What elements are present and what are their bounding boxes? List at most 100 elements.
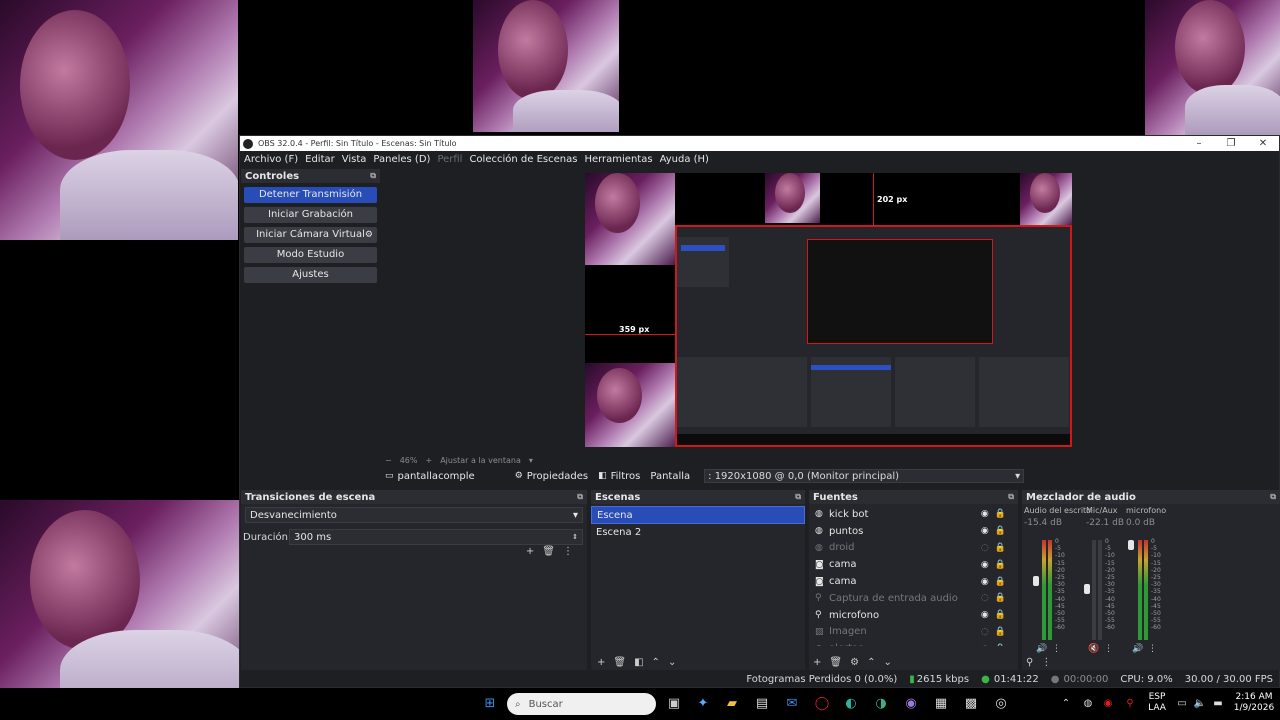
- lock-icon[interactable]: 🔒: [995, 610, 1006, 620]
- source-item[interactable]: ◍ kick bot ◉ 🔒: [809, 506, 1018, 523]
- trash-icon[interactable]: 🗑: [829, 657, 842, 668]
- eye-off-icon[interactable]: ◌: [981, 593, 989, 603]
- source-item[interactable]: ◙ cama ◉ 🔒: [809, 573, 1018, 590]
- mic-tray-icon[interactable]: ⚲: [1122, 696, 1138, 712]
- outlook-icon[interactable]: ✉: [784, 696, 800, 712]
- menu-dots-icon[interactable]: ⋮: [1104, 644, 1113, 654]
- link-icon[interactable]: ⚲: [1026, 657, 1033, 668]
- trash-icon[interactable]: 🗑: [542, 546, 555, 557]
- selected-source-bounds[interactable]: [675, 225, 1072, 447]
- filters-button[interactable]: ◧ Filtros: [598, 471, 640, 482]
- chevron-up-icon[interactable]: ⌃: [1058, 696, 1074, 712]
- lock-icon[interactable]: 🔒: [995, 593, 1006, 603]
- start-recording-button[interactable]: Iniciar Grabación: [244, 207, 377, 223]
- menu-dots-icon[interactable]: ⋮: [1148, 644, 1157, 654]
- lock-icon[interactable]: 🔒: [995, 627, 1006, 637]
- lock-icon[interactable]: 🔒: [995, 526, 1006, 536]
- app-icon[interactable]: ◉: [903, 696, 919, 712]
- properties-button[interactable]: ⚙ Propiedades: [515, 471, 588, 482]
- edge-dev-icon[interactable]: ◑: [873, 696, 889, 712]
- taskbar-search[interactable]: ⌕ Buscar: [507, 693, 656, 715]
- clock[interactable]: 2:16 AM 1/9/2026: [1232, 692, 1276, 714]
- gear-icon[interactable]: ⚙: [365, 227, 373, 243]
- arrow-down-icon[interactable]: ⌄: [668, 657, 676, 668]
- lock-icon[interactable]: 🔒: [995, 577, 1006, 587]
- obs-taskbar-icon[interactable]: ◎: [993, 696, 1009, 712]
- menu-item[interactable]: Colección de Escenas: [469, 154, 577, 165]
- add-transition-icon[interactable]: +: [526, 546, 534, 557]
- menu-item[interactable]: Vista: [342, 154, 367, 165]
- add-scene-icon[interactable]: +: [597, 657, 605, 668]
- dock-undock-icon[interactable]: ⧉: [1270, 492, 1276, 502]
- lock-icon[interactable]: 🔒: [995, 543, 1006, 553]
- eye-icon[interactable]: ◉: [981, 509, 989, 519]
- speaker-icon[interactable]: 🔊: [1132, 644, 1143, 654]
- network-icon[interactable]: ▭: [1174, 696, 1190, 712]
- menu-item[interactable]: Ayuda (H): [660, 154, 709, 165]
- menu-dots-icon[interactable]: ⋮: [563, 546, 573, 557]
- scene-item[interactable]: Escena 2: [591, 524, 805, 542]
- menu-dots-icon[interactable]: ⋮: [1041, 657, 1051, 668]
- menu-item[interactable]: Paneles (D): [373, 154, 430, 165]
- file-explorer-icon[interactable]: ▰: [724, 696, 740, 712]
- source-item[interactable]: ◍ droid ◌ 🔒: [809, 540, 1018, 557]
- close-icon[interactable]: ✕: [1247, 138, 1279, 149]
- zoom-in-icon[interactable]: +: [425, 456, 432, 465]
- arrow-up-icon[interactable]: ⌃: [867, 657, 875, 668]
- source-item[interactable]: ◍ puntos ◉ 🔒: [809, 523, 1018, 540]
- preview-canvas[interactable]: 202 px 359 px: [585, 173, 1072, 447]
- windows-start-icon[interactable]: ⊞: [482, 696, 498, 712]
- menu-dots-icon[interactable]: ⋮: [1052, 644, 1061, 654]
- menu-item[interactable]: Archivo (F): [244, 154, 298, 165]
- filter-icon[interactable]: ◧: [634, 657, 643, 668]
- display-select[interactable]: : 1920x1080 @ 0,0 (Monitor principal) ▾: [704, 469, 1025, 483]
- mute-icon[interactable]: 🔇: [1088, 644, 1099, 654]
- language-indicator[interactable]: ESP LAA: [1145, 692, 1169, 714]
- dock-undock-icon[interactable]: ⧉: [795, 492, 801, 502]
- menu-item[interactable]: Editar: [305, 154, 335, 165]
- store-icon[interactable]: ▤: [754, 696, 770, 712]
- stop-stream-button[interactable]: Detener Transmisión: [244, 187, 377, 203]
- trash-icon[interactable]: 🗑: [613, 657, 626, 668]
- duration-stepper[interactable]: 300 ms ⇕: [289, 529, 583, 545]
- scene-item[interactable]: Escena: [591, 506, 805, 524]
- arrow-down-icon[interactable]: ⌄: [883, 657, 891, 668]
- zoom-out-icon[interactable]: −: [385, 456, 392, 465]
- lock-icon[interactable]: 🔒: [995, 560, 1006, 570]
- task-view-icon[interactable]: ▣: [666, 696, 682, 712]
- volume-fader[interactable]: [1033, 576, 1039, 586]
- recording-tray-icon[interactable]: ◉: [1100, 696, 1116, 712]
- minimize-icon[interactable]: –: [1183, 138, 1215, 149]
- copilot-icon[interactable]: ✦: [695, 696, 711, 712]
- speaker-icon[interactable]: 🔊: [1036, 644, 1047, 654]
- settings-button[interactable]: Ajustes: [244, 267, 377, 283]
- menu-item[interactable]: Herramientas: [584, 154, 652, 165]
- studio-mode-button[interactable]: Modo Estudio: [244, 247, 377, 263]
- source-item[interactable]: ⚲ Captura de entrada audio ◌ 🔒: [809, 590, 1018, 607]
- terminal-icon[interactable]: ▦: [933, 696, 949, 712]
- menu-item[interactable]: Perfil: [437, 154, 462, 165]
- edge-icon[interactable]: ◐: [843, 696, 859, 712]
- source-item[interactable]: ⚲ microfono ◉ 🔒: [809, 607, 1018, 624]
- eye-off-icon[interactable]: ◌: [981, 627, 989, 637]
- battery-icon[interactable]: ▬: [1210, 696, 1226, 712]
- gear-icon[interactable]: ⚙: [850, 657, 859, 668]
- dock-undock-icon[interactable]: ⧉: [577, 492, 583, 502]
- volume-fader[interactable]: [1128, 540, 1134, 550]
- start-virtualcam-button[interactable]: Iniciar Cámara Virtual ⚙: [244, 227, 377, 243]
- transition-select[interactable]: Desvanecimiento ▾: [245, 507, 583, 523]
- eye-icon[interactable]: ◉: [981, 526, 989, 536]
- fit-window-label[interactable]: Ajustar a la ventana: [440, 456, 521, 465]
- arrow-up-icon[interactable]: ⌃: [652, 657, 660, 668]
- opera-tray-icon[interactable]: ◍: [1080, 696, 1096, 712]
- source-item[interactable]: ▨ Imagen ◌ 🔒: [809, 624, 1018, 641]
- restore-icon[interactable]: ❐: [1215, 138, 1247, 149]
- lock-icon[interactable]: 🔒: [995, 509, 1006, 519]
- volume-icon[interactable]: 🔈: [1192, 696, 1208, 712]
- eye-off-icon[interactable]: ◌: [981, 644, 989, 646]
- volume-fader[interactable]: [1084, 584, 1090, 594]
- eye-icon[interactable]: ◉: [981, 610, 989, 620]
- source-item[interactable]: ◍ alertas ◌ 🔒: [809, 640, 1018, 646]
- lock-icon[interactable]: 🔒: [995, 644, 1006, 646]
- capcut-icon[interactable]: ▩: [963, 696, 979, 712]
